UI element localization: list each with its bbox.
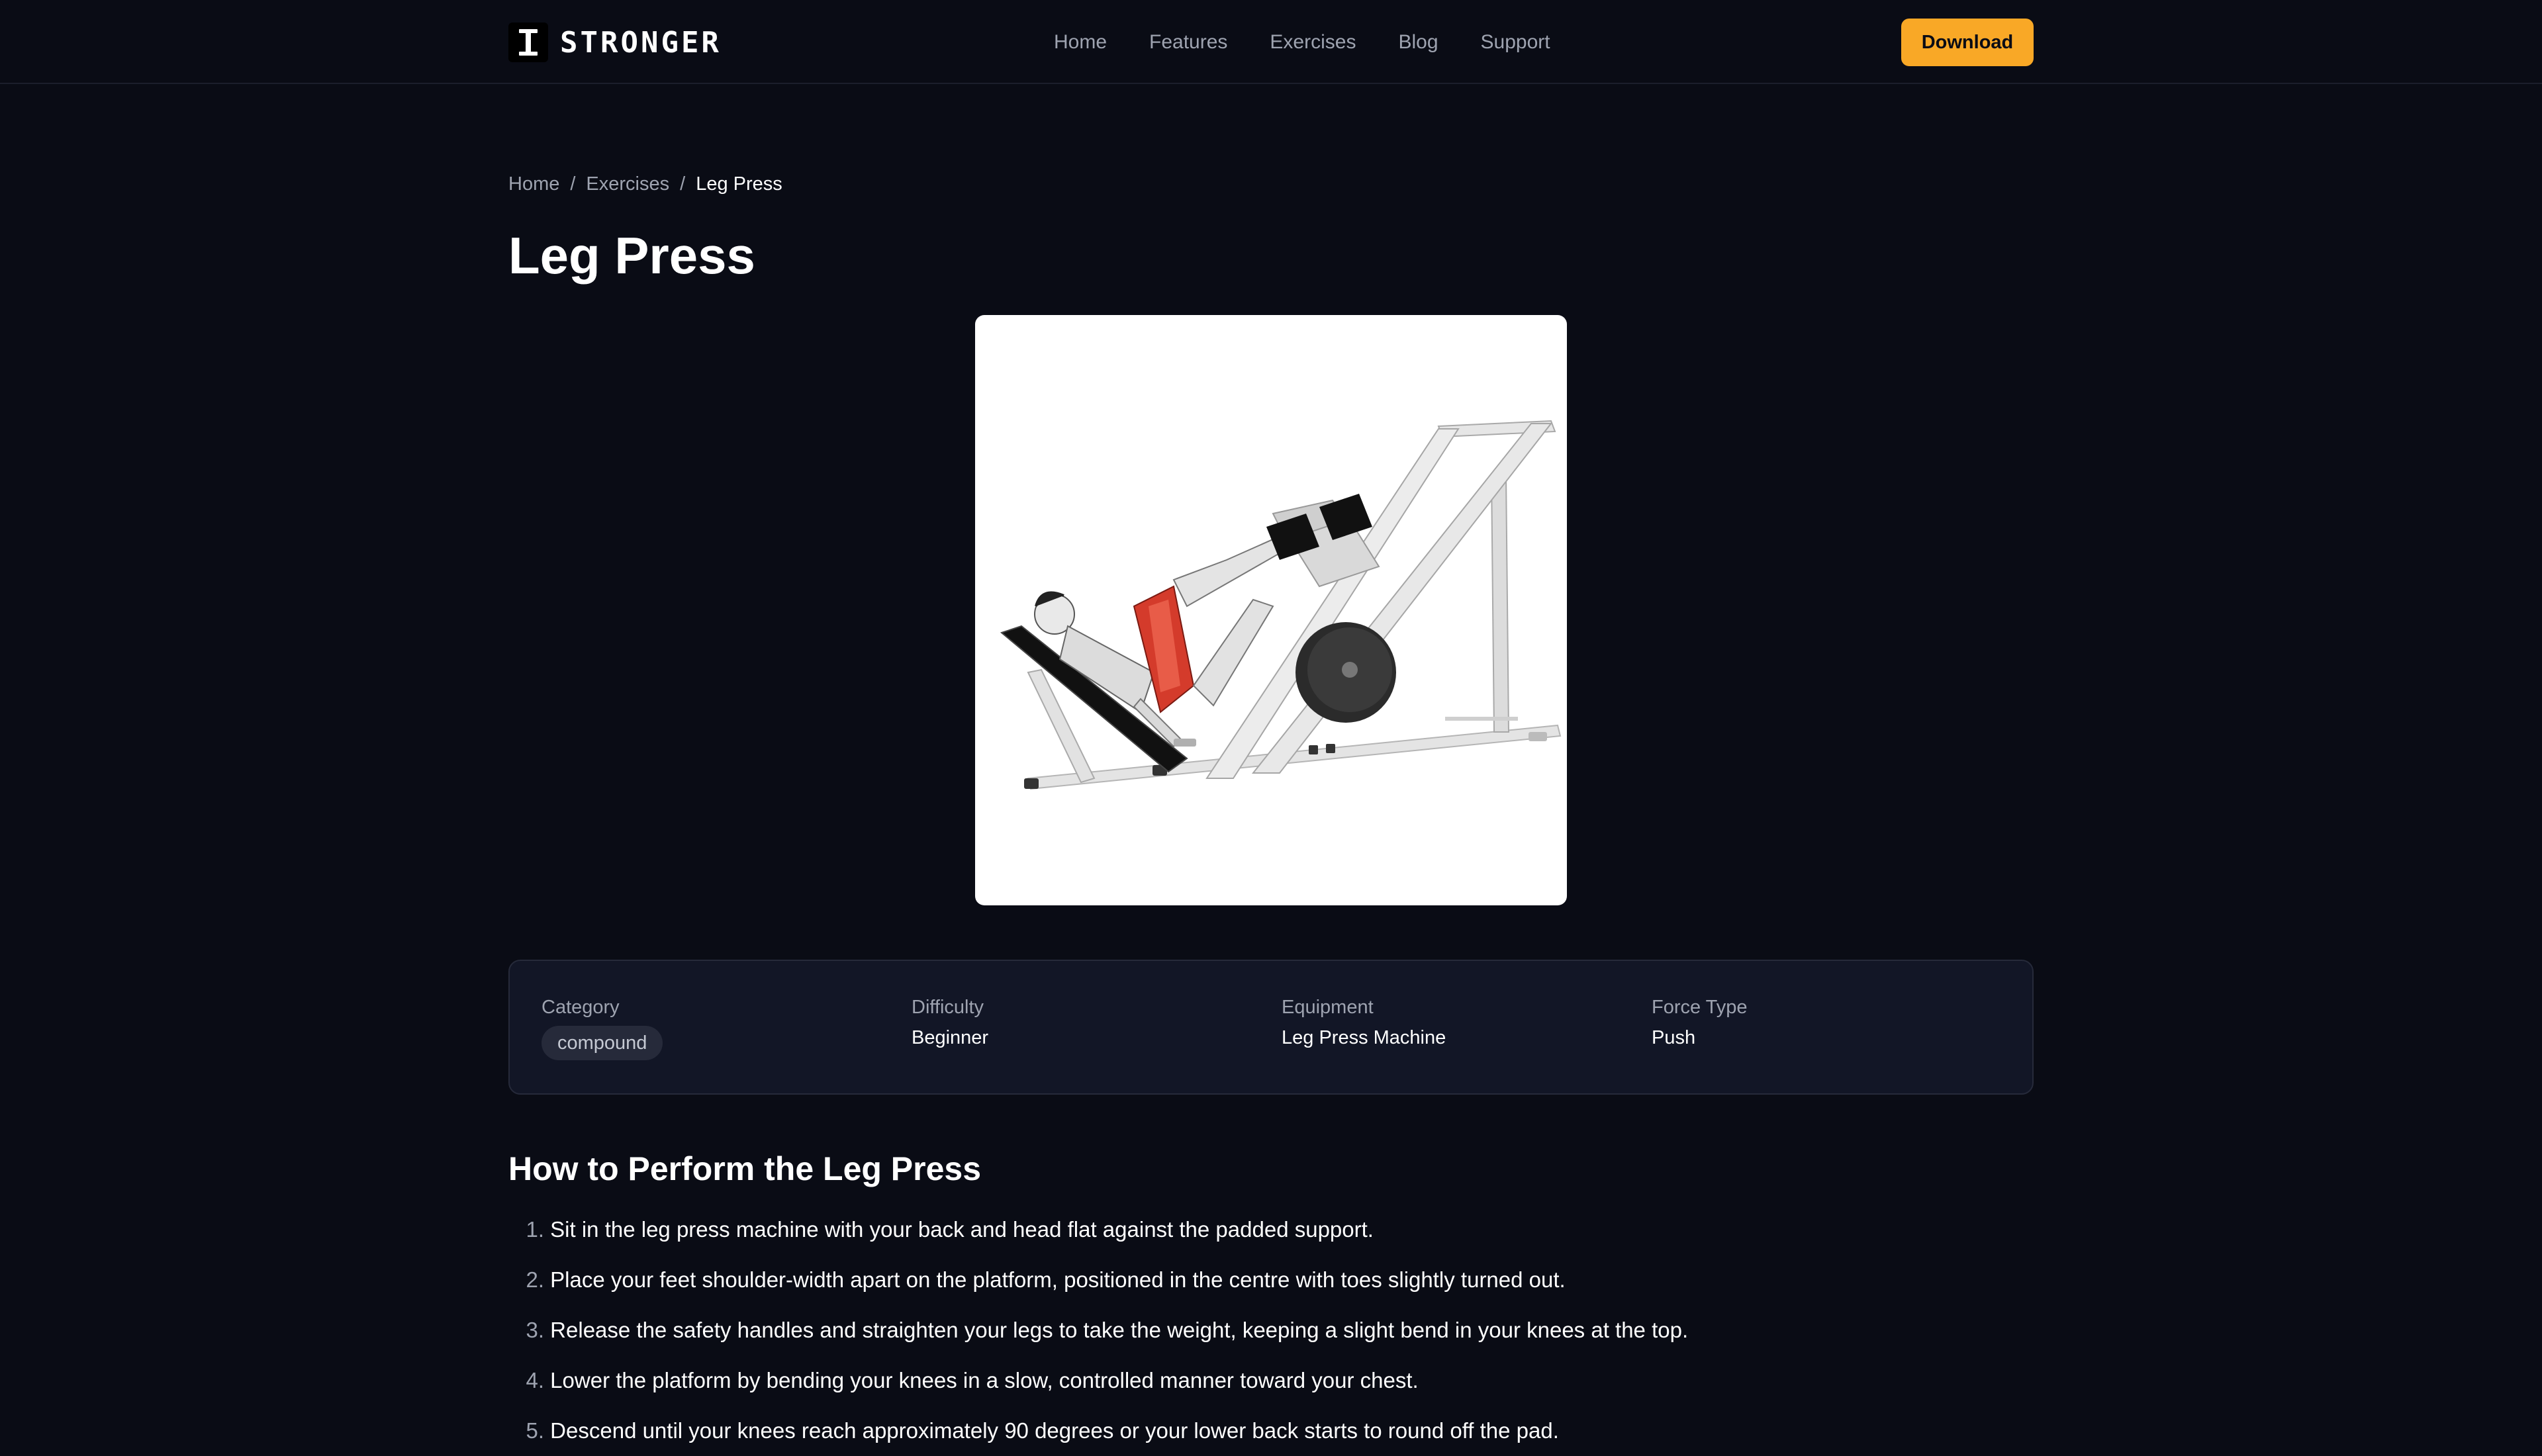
instruction-list: 1. Sit in the leg press machine with you… [508,1205,2034,1456]
breadcrumb-exercises[interactable]: Exercises [586,173,669,195]
difficulty-value: Beginner [912,1027,989,1048]
breadcrumb-home[interactable]: Home [508,173,559,195]
info-equipment: Equipment Leg Press Machine [1282,994,1446,1051]
nav-exercises[interactable]: Exercises [1270,31,1356,54]
instruction-step: 1. Sit in the leg press machine with you… [508,1205,2034,1255]
breadcrumb-separator: / [680,173,686,195]
download-button[interactable]: Download [1901,19,2034,66]
instructions-heading: How to Perform the Leg Press [508,1150,982,1187]
info-difficulty: Difficulty Beginner [912,994,988,1051]
step-number: 2. [526,1267,544,1292]
site-header: STRONGER Home Features Exercises Blog Su… [0,0,2542,84]
breadcrumb-separator: / [570,173,576,195]
step-number: 1. [526,1217,544,1242]
info-force-type: Force Type Push [1652,994,1748,1051]
breadcrumb: Home / Exercises / Leg Press [508,171,782,197]
exercise-image [975,315,1567,905]
info-category: Category compound [541,994,663,1060]
equipment-value: Leg Press Machine [1282,1027,1446,1048]
step-text: Place your feet shoulder-width apart on … [550,1267,1566,1292]
nav-home[interactable]: Home [1054,31,1107,54]
nav-features[interactable]: Features [1149,31,1227,54]
logo-text: STRONGER [560,25,722,60]
logo[interactable]: STRONGER [508,21,722,64]
step-number: 5. [526,1418,544,1443]
step-text: Lower the platform by bending your knees… [550,1368,1419,1392]
instruction-step: 3. Release the safety handles and straig… [508,1305,2034,1355]
instruction-step: 5. Descend until your knees reach approx… [508,1406,2034,1456]
leg-press-illustration [1000,420,1562,790]
exercise-info-card: Category compound Difficulty Beginner Eq… [508,960,2034,1095]
step-text: Release the safety handles and straighte… [550,1318,1689,1342]
page-title: Leg Press [508,226,755,285]
step-text: Descend until your knees reach approxima… [550,1418,1559,1443]
step-text: Sit in the leg press machine with your b… [550,1217,1374,1242]
instruction-step: 2. Place your feet shoulder-width apart … [508,1255,2034,1305]
breadcrumb-current: Leg Press [696,173,782,195]
main-nav: Home Features Exercises Blog Support [1054,0,1550,84]
difficulty-label: Difficulty [912,997,984,1018]
step-number: 3. [526,1318,544,1342]
category-label: Category [541,997,620,1018]
nav-support[interactable]: Support [1481,31,1550,54]
dumbbell-icon [508,23,548,62]
instruction-step: 4. Lower the platform by bending your kn… [508,1355,2034,1406]
force-type-value: Push [1652,1027,1696,1048]
category-badge: compound [541,1026,663,1060]
nav-blog[interactable]: Blog [1398,31,1438,54]
force-type-label: Force Type [1652,997,1748,1018]
step-number: 4. [526,1368,544,1392]
equipment-label: Equipment [1282,997,1374,1018]
